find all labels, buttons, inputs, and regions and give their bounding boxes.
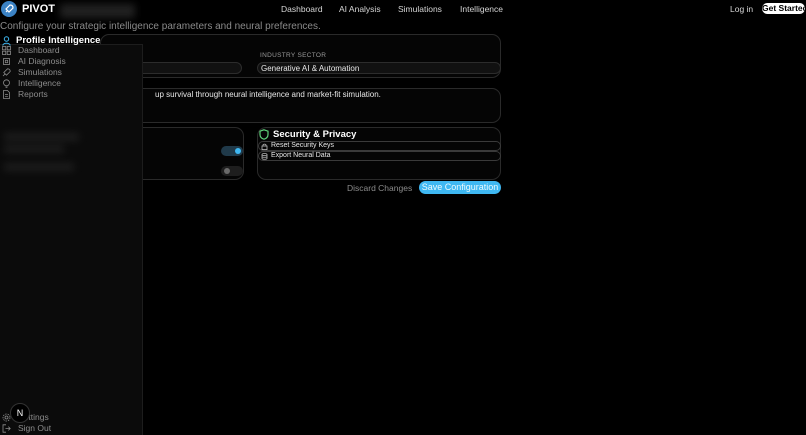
brand-name[interactable]: PIVOT — [22, 3, 55, 15]
sidebar-item-intelligence[interactable]: Intelligence — [0, 78, 140, 89]
database-icon — [261, 153, 268, 163]
document-icon — [2, 90, 11, 99]
export-neural-data-button[interactable]: Export Neural Data — [258, 151, 501, 161]
get-started-button[interactable]: Get Started — [762, 3, 805, 14]
rocket-icon — [2, 68, 11, 77]
blurred-page-heading — [60, 4, 135, 18]
sidebar-item-dashboard[interactable]: Dashboard — [0, 45, 140, 56]
blurred-sidebar-content — [4, 163, 74, 171]
sidebar-item-label: Reports — [18, 89, 48, 99]
industry-sector-field[interactable]: Generative AI & Automation — [257, 62, 501, 74]
nav-simulations[interactable]: Simulations — [398, 4, 442, 14]
blurred-sidebar-content — [4, 145, 64, 153]
security-title: Security & Privacy — [273, 129, 357, 140]
toggle-knob — [235, 148, 241, 154]
reset-security-keys-button[interactable]: Reset Security Keys — [258, 141, 501, 151]
preference-toggle-2[interactable] — [221, 166, 243, 176]
export-neural-data-label: Export Neural Data — [271, 152, 331, 159]
preference-toggle-1[interactable] — [221, 146, 243, 156]
sidebar-item-reports[interactable]: Reports — [0, 89, 140, 100]
nav-intelligence[interactable]: Intelligence — [460, 4, 503, 14]
toggle-knob — [224, 168, 230, 174]
sidebar-item-label: Intelligence — [18, 78, 62, 88]
sidebar-item-label: Sign Out — [18, 423, 52, 433]
discard-changes-button[interactable]: Discard Changes — [347, 183, 412, 193]
sidebar — [0, 44, 143, 435]
login-link[interactable]: Log in — [730, 4, 753, 14]
mission-text[interactable]: up survival through neural intelligence … — [155, 90, 381, 99]
sidebar-item-label: AI Diagnosis — [18, 56, 66, 66]
page-subtitle: Configure your strategic intelligence pa… — [0, 21, 321, 32]
bulb-icon — [2, 79, 11, 88]
nav-ai-analysis[interactable]: AI Analysis — [339, 4, 381, 14]
blurred-sidebar-content — [4, 133, 79, 141]
nav-dashboard[interactable]: Dashboard — [281, 4, 323, 14]
sidebar-item-label: Simulations — [18, 67, 62, 77]
industry-sector-label: INDUSTRY SECTOR — [260, 52, 327, 59]
user-avatar[interactable]: N — [10, 403, 30, 423]
save-configuration-button[interactable]: Save Configuration — [419, 181, 501, 194]
reset-security-keys-label: Reset Security Keys — [271, 142, 335, 149]
logout-icon — [2, 424, 11, 433]
logo-rocket-icon[interactable] — [1, 1, 17, 17]
sidebar-item-sign-out[interactable]: Sign Out — [0, 423, 140, 434]
sidebar-item-simulations[interactable]: Simulations — [0, 67, 140, 78]
sidebar-item-label: Dashboard — [18, 45, 60, 55]
sidebar-item-ai-diagnosis[interactable]: AI Diagnosis — [0, 56, 140, 67]
top-navbar: PIVOT Dashboard AI Analysis Simulations … — [0, 0, 806, 18]
cpu-icon — [2, 57, 11, 66]
grid-icon — [2, 46, 11, 55]
